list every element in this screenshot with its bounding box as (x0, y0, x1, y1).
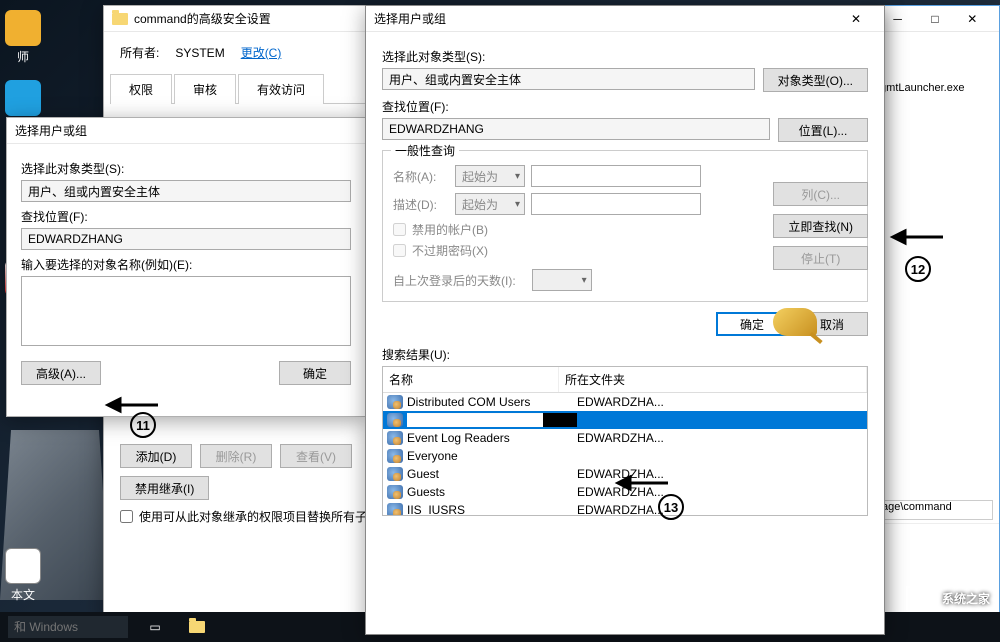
results-label: 搜索结果(U): (382, 346, 868, 363)
result-row[interactable]: IIS_IUSRSEDWARDZHA... (383, 501, 867, 516)
dialog-title: 选择用户或组 (15, 122, 357, 139)
find-now-button[interactable]: 立即查找(N) (773, 214, 868, 238)
group-icon (387, 413, 403, 427)
file-item[interactable]: IgmtLauncher.exe (871, 32, 999, 144)
result-folder: EDWARDZHA... (577, 503, 664, 516)
folder-icon (112, 13, 128, 25)
col-name[interactable]: 名称 (383, 367, 559, 392)
location-label: 查找位置(F): (21, 208, 351, 225)
remove-button[interactable]: 删除(R) (200, 444, 272, 468)
name-entry-label: 输入要选择的对象名称(例如)(E): (21, 256, 351, 273)
group-icon (387, 395, 403, 409)
object-type-field (21, 180, 351, 202)
search-icon (773, 308, 817, 336)
ok-button[interactable]: 确定 (279, 361, 351, 385)
result-name: Event Log Readers (407, 431, 577, 445)
location-field (21, 228, 351, 250)
task-view-icon[interactable]: ▭ (140, 614, 170, 640)
select-user-advanced-dialog: 选择用户或组 ✕ 选择此对象类型(S): 对象类型(O)... 查找位置(F):… (365, 5, 885, 635)
days-since-login-select[interactable] (532, 269, 592, 291)
select-user-dialog: 选择用户或组 选择此对象类型(S): 查找位置(F): 输入要选择的对象名称(例… (6, 117, 366, 417)
disabled-accounts-checkbox (393, 223, 406, 236)
locations-button[interactable]: 位置(L)... (778, 118, 868, 142)
desc-filter-mode[interactable]: 起始为 (455, 193, 525, 215)
group-icon (387, 431, 403, 445)
result-row[interactable]: Everyone (383, 447, 867, 465)
name-filter-input[interactable] (531, 165, 701, 187)
location-field (382, 118, 770, 140)
days-since-login-label: 自上次登录后的天数(I): (393, 272, 516, 289)
result-folder: EDWARDZHA... (577, 395, 664, 409)
name-filter-label: 名称(A): (393, 168, 449, 185)
object-types-button[interactable]: 对象类型(O)... (763, 68, 868, 92)
result-name: Guests (407, 485, 577, 499)
common-queries-tab[interactable]: 一般性查询 (391, 142, 459, 159)
object-type-label: 选择此对象类型(S): (382, 48, 868, 65)
result-row[interactable]: Distributed COM UsersEDWARDZHA... (383, 393, 867, 411)
result-name: IIS_IUSRS (407, 503, 577, 516)
tab-permissions[interactable]: 权限 (110, 74, 172, 104)
disable-inheritance-button[interactable]: 禁用继承(I) (120, 476, 209, 500)
watermark-logo-icon (906, 586, 936, 610)
maximize-button[interactable]: □ (916, 6, 953, 32)
result-folder: EDWARDZHA... (577, 431, 664, 445)
nonexpiring-password-checkbox (393, 244, 406, 257)
view-button[interactable]: 查看(V) (280, 444, 352, 468)
location-label: 查找位置(F): (382, 98, 868, 115)
annotation-arrow-12 (893, 227, 943, 250)
desc-filter-label: 描述(D): (393, 196, 449, 213)
explorer-icon[interactable] (182, 614, 212, 640)
object-type-field (382, 68, 755, 90)
object-type-label: 选择此对象类型(S): (21, 160, 351, 177)
address-bar[interactable]: age\command (877, 500, 993, 520)
adv-titlebar[interactable]: 选择用户或组 ✕ (366, 6, 884, 32)
result-name: Distributed COM Users (407, 395, 577, 409)
group-icon (387, 485, 403, 499)
replace-child-label: 使用可从此对象继承的权限项目替换所有子对象 (139, 508, 391, 525)
select-user-titlebar[interactable]: 选择用户或组 (7, 118, 365, 144)
owner-value: SYSTEM (175, 46, 224, 60)
tab-effective-access[interactable]: 有效访问 (238, 74, 324, 104)
close-button[interactable]: ✕ (954, 6, 991, 32)
stop-button[interactable]: 停止(T) (773, 246, 868, 270)
columns-button[interactable]: 列(C)... (773, 182, 868, 206)
watermark: 系统之家 (906, 586, 990, 610)
owner-label: 所有者: (120, 44, 159, 61)
annotation-11: 11 (130, 412, 156, 438)
group-icon (387, 467, 403, 481)
desktop-icon[interactable]: 师 (2, 10, 44, 65)
taskbar-search[interactable] (8, 616, 128, 638)
replace-child-checkbox[interactable] (120, 510, 133, 523)
group-icon (387, 449, 403, 463)
result-name: Guest (407, 467, 577, 481)
add-button[interactable]: 添加(D) (120, 444, 192, 468)
tab-auditing[interactable]: 审核 (174, 74, 236, 104)
explorer-titlebar[interactable]: ─ □ ✕ (871, 6, 999, 32)
desc-filter-input[interactable] (531, 193, 701, 215)
dialog-title: 选择用户或组 (374, 10, 836, 27)
change-owner-link[interactable]: 更改(C) (241, 44, 282, 61)
annotation-13: 13 (658, 494, 684, 520)
col-folder[interactable]: 所在文件夹 (559, 367, 867, 392)
desktop-icon[interactable] (2, 80, 44, 118)
annotation-12: 12 (905, 256, 931, 282)
name-filter-mode[interactable]: 起始为 (455, 165, 525, 187)
result-row[interactable]: Event Log ReadersEDWARDZHA... (383, 429, 867, 447)
results-header[interactable]: 名称 所在文件夹 (383, 367, 867, 393)
result-name: ████████████████ (407, 413, 577, 427)
annotation-arrow-13 (618, 473, 668, 496)
object-name-textarea[interactable] (21, 276, 351, 346)
result-row[interactable]: ████████████████ (383, 411, 867, 429)
result-name: Everyone (407, 449, 577, 463)
advanced-button[interactable]: 高级(A)... (21, 361, 101, 385)
group-icon (387, 503, 403, 516)
explorer-window: ─ □ ✕ IgmtLauncher.exe age\command (870, 5, 1000, 625)
desktop-icon[interactable]: 本文 (2, 548, 44, 603)
close-button[interactable]: ✕ (836, 6, 876, 32)
